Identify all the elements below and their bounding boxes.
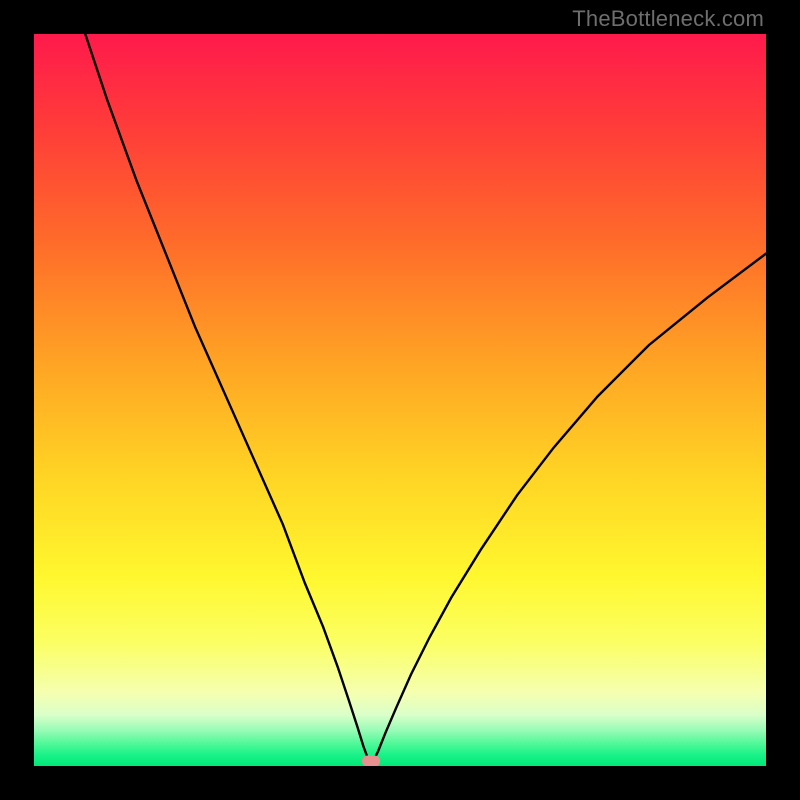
curve-layer [34, 34, 766, 766]
chart-frame: TheBottleneck.com [0, 0, 800, 800]
attribution-text: TheBottleneck.com [572, 6, 764, 32]
bottleneck-curve [85, 34, 766, 766]
optimum-marker [362, 755, 380, 766]
plot-area [34, 34, 766, 766]
